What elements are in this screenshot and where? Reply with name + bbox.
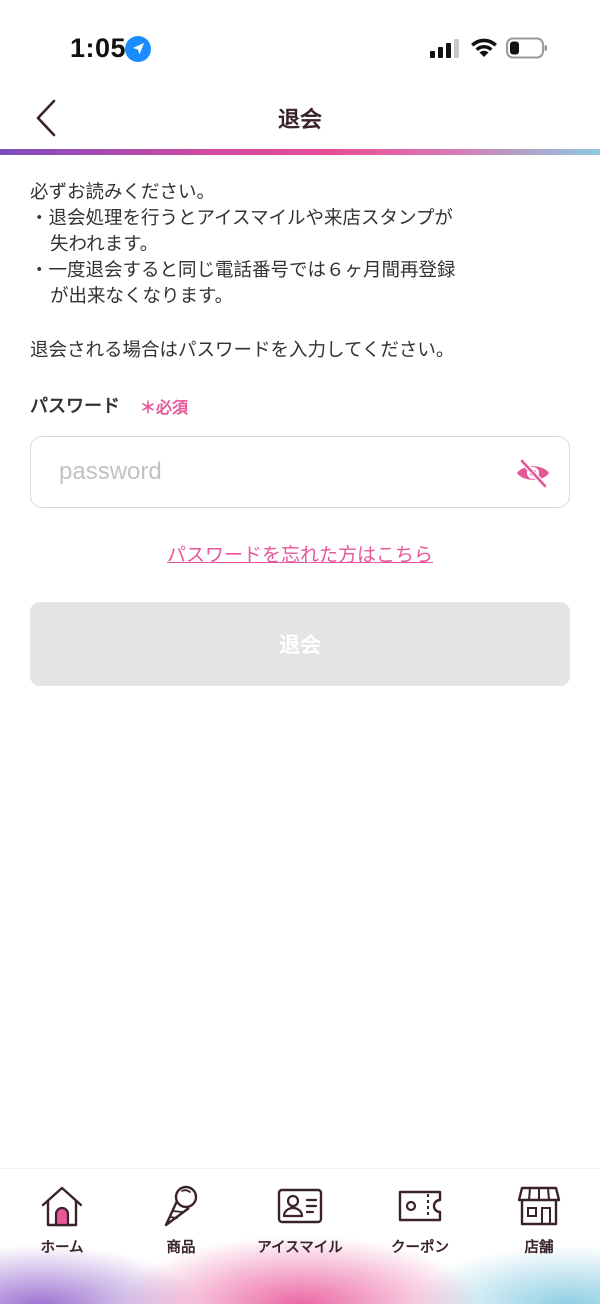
password-instruction: 退会される場合はパスワードを入力してください。 [30, 340, 455, 361]
page-title: 退会 [277, 108, 322, 133]
status-bar: 1:05 [0, 0, 600, 96]
notice-bullet: ・一度退会すると同じ電話番号では６ヶ月間再登録 [30, 260, 456, 281]
member-card-icon [277, 1188, 323, 1224]
withdraw-screen: 1:05 退会 必ずお読みください。 ・退会処理を行うとアイスマイルや来店スタン… [0, 0, 600, 1304]
tab-label: 商品 [166, 1240, 196, 1256]
password-input[interactable] [59, 455, 479, 489]
tab-products[interactable]: 商品 [126, 1184, 236, 1264]
status-time: 1:05 [70, 33, 127, 63]
header-gradient-divider [0, 149, 600, 155]
required-badge: ＊必須 [140, 398, 189, 417]
home-icon [41, 1186, 83, 1227]
location-arrow-icon [125, 36, 151, 62]
tab-label: ホーム [40, 1240, 84, 1256]
tab-home[interactable]: ホーム [7, 1184, 117, 1264]
tab-label: 店舗 [524, 1240, 554, 1256]
ice-cream-icon [164, 1185, 198, 1227]
password-field [30, 436, 570, 508]
battery-icon [506, 37, 547, 59]
notice-bullet-continued: が出来なくなります。 [50, 286, 234, 307]
tab-label: アイスマイル [257, 1240, 343, 1256]
password-label: パスワード [30, 396, 120, 417]
notice-bullet-continued: 失われます。 [50, 234, 159, 255]
tab-coupon[interactable]: クーポン [365, 1184, 475, 1264]
withdraw-notice: 必ずお読みください。 ・退会処理を行うとアイスマイルや来店スタンプが 失われます… [30, 180, 570, 310]
notice-bullet: ・退会処理を行うとアイスマイルや来店スタンプが [30, 208, 453, 229]
withdraw-button[interactable]: 退会 [30, 602, 570, 686]
cellular-signal-icon [430, 39, 459, 58]
forgot-password-link[interactable]: パスワードを忘れた方はこちら [0, 540, 600, 567]
coupon-ticket-icon [398, 1190, 442, 1222]
nav-header: 退会 [0, 96, 600, 148]
store-icon [517, 1186, 561, 1226]
wifi-icon [471, 38, 497, 57]
tab-aismile[interactable]: アイスマイル [245, 1184, 355, 1264]
notice-heading: 必ずお読みください。 [30, 182, 216, 203]
tab-stores[interactable]: 店舗 [484, 1184, 594, 1264]
tab-label: クーポン [391, 1240, 449, 1256]
eye-slash-icon[interactable] [515, 457, 551, 489]
